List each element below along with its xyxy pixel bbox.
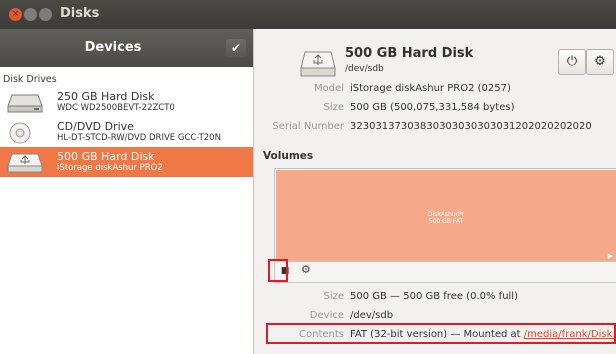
usb-disk-icon (7, 153, 43, 173)
power-icon: ⏻ (566, 54, 578, 69)
gears-icon: ⚙ (301, 263, 311, 276)
volume-size-value: 500 GB — 500 GB free (0.0% full) (350, 291, 518, 302)
highlight-unmount (268, 259, 288, 282)
device-name: 250 GB Hard Disk (57, 90, 155, 103)
size-value: 500 GB (500,075,331,584 bytes) (350, 102, 515, 113)
power-off-button[interactable]: ⏻ (558, 49, 586, 75)
device-name: 500 GB Hard Disk (57, 150, 155, 163)
model-value: iStorage diskAshur PRO2 (0257) (350, 83, 511, 94)
minimize-window-button[interactable] (24, 8, 37, 21)
devices-title: Devices (84, 40, 142, 55)
maximize-window-button[interactable] (39, 8, 52, 21)
volumes-map: DiskAshurPr 500 GB FAT ▶ (274, 168, 616, 263)
partition-block[interactable]: DiskAshurPr 500 GB FAT ▶ (276, 170, 616, 261)
device-name: CD/DVD Drive (57, 120, 134, 133)
size-label: Size (323, 102, 344, 113)
disk-details-pane: 500 GB Hard Disk /dev/sdb ⏻ ⚙ Model iSto… (254, 29, 616, 354)
disk-drives-group-label: Disk Drives (3, 74, 57, 85)
title-bar: × Disks (0, 0, 616, 29)
optical-disc-icon (9, 122, 31, 144)
partition-options-button[interactable]: ⚙ (301, 263, 311, 276)
devices-sidebar: Devices ✔ Disk Drives 250 GB Hard Disk W… (0, 29, 254, 354)
device-item-cd-dvd[interactable]: CD/DVD Drive HL-DT-STCD-RW/DVD DRIVE GCC… (0, 117, 253, 147)
gear-icon: ⚙ (594, 54, 606, 69)
serial-label: Serial Number (272, 121, 344, 132)
model-label: Model (313, 83, 344, 94)
disks-window: × Disks Devices ✔ Disk Drives 250 GB Har… (0, 0, 616, 354)
close-window-button[interactable]: × (9, 8, 22, 21)
partition-size: 500 GB FAT (428, 218, 464, 225)
device-model: WDC WD2500BEVT-22ZCT0 (57, 103, 175, 113)
hard-disk-icon (7, 94, 43, 113)
disk-title: 500 GB Hard Disk (345, 46, 474, 61)
volume-size-label: Size (323, 291, 344, 302)
window-title: Disks (60, 6, 100, 21)
device-label: Device (309, 310, 344, 321)
drive-options-button[interactable]: ⚙ (586, 49, 614, 75)
volume-toolbar: ■ ⚙ (274, 261, 616, 283)
devices-header: Devices ✔ (0, 29, 253, 67)
device-model: iStorage diskAshur PRO2 (57, 163, 163, 173)
usb-disk-icon (300, 51, 336, 77)
device-item-500gb[interactable]: 500 GB Hard Disk iStorage diskAshur PRO2 (0, 147, 253, 177)
device-value: /dev/sdb (350, 310, 394, 321)
volumes-heading: Volumes (263, 150, 314, 162)
device-item-250gb[interactable]: 250 GB Hard Disk WDC WD2500BEVT-22ZCT0 (0, 87, 253, 117)
highlight-contents (266, 323, 616, 344)
disk-device-path: /dev/sdb (345, 64, 384, 74)
checkmark-icon[interactable]: ✔ (226, 39, 246, 57)
play-arrow-icon: ▶ (607, 252, 613, 260)
partition-name: DiskAshurPr (427, 211, 465, 218)
device-model: HL-DT-STCD-RW/DVD DRIVE GCC-T20N (57, 133, 221, 143)
serial-value: 32303137303830303030303031202020202020 (350, 121, 592, 132)
